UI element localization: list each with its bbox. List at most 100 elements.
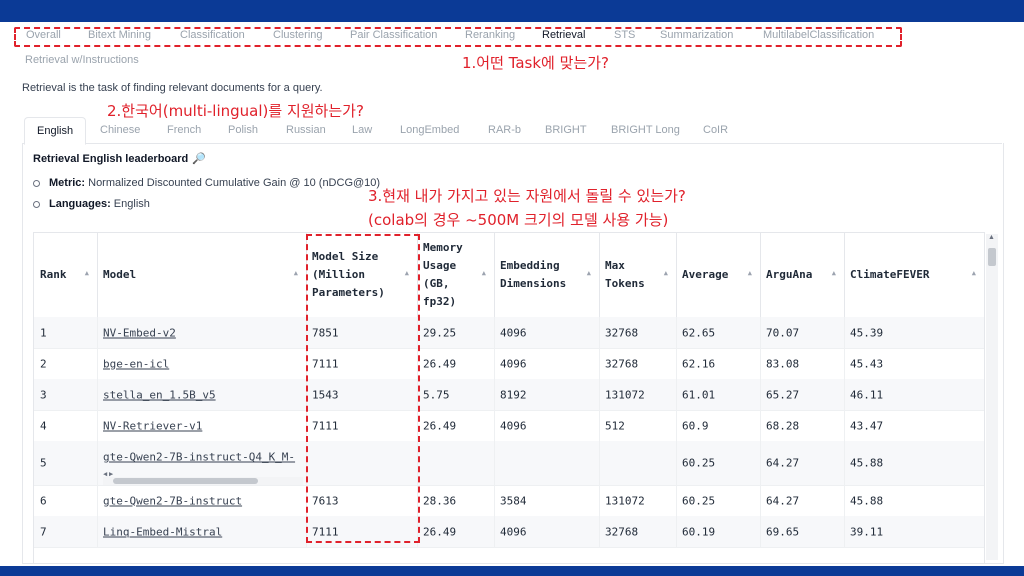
scroll-up-icon[interactable]: ▲: [988, 234, 995, 241]
cell-model: ◀ ▶ gte-Qwen2-7B-instruct-Q4_K_M-: [97, 441, 307, 485]
cell-avg: 60.25: [676, 485, 761, 516]
lang-tab-russian[interactable]: Russian: [286, 124, 326, 136]
col-max-tokens[interactable]: Max Tokens ▲: [599, 233, 677, 317]
cell-model: NV-Retriever-v1: [97, 410, 307, 441]
sort-icon[interactable]: ▲: [482, 269, 486, 277]
sort-icon[interactable]: ▲: [85, 269, 89, 277]
cell-value: 45.88: [850, 494, 884, 507]
cell-rank: 4: [34, 410, 98, 441]
table-vertical-scrollbar[interactable]: ▲: [986, 234, 998, 560]
model-link[interactable]: gte-Qwen2-7B-instruct-Q4_K_M-: [103, 451, 295, 464]
model-link[interactable]: bge-en-icl: [103, 357, 169, 370]
cell-climate: 39.11: [844, 516, 984, 547]
cell-value: 45.88: [850, 456, 884, 470]
lang-tab-law[interactable]: Law: [352, 124, 372, 136]
sort-icon[interactable]: ▲: [294, 269, 298, 277]
lang-tab-bright-long[interactable]: BRIGHT Long: [611, 124, 680, 136]
cell-value: 65.27: [766, 388, 800, 401]
lang-tab-polish[interactable]: Polish: [228, 124, 258, 136]
cell-climate: 45.88: [844, 485, 984, 516]
cell-value: 4096: [500, 419, 527, 432]
cell-climate: 45.88: [844, 441, 984, 485]
annotation-box-tabs: [14, 27, 902, 47]
cell-value: 60.25: [682, 456, 716, 470]
leaderboard-title: Retrieval English leaderboard 🔎: [33, 153, 206, 165]
cell-value: 64.27: [766, 494, 800, 507]
cell-argu: 83.08: [760, 348, 845, 379]
cell-model: bge-en-icl: [97, 348, 307, 379]
scroll-thumb[interactable]: [988, 248, 996, 266]
sort-icon[interactable]: ▲: [832, 269, 836, 277]
cell-value: 64.27: [766, 456, 800, 470]
lang-tab-rar-b[interactable]: RAR-b: [488, 124, 521, 136]
scroll-left-icon[interactable]: ◀: [103, 470, 107, 478]
table-row: 2 bge-en-icl 7111 26.49 4096 32768 62.16 83.08 4…: [34, 348, 984, 380]
cell-value: 2: [40, 357, 47, 370]
cell-argu: 64.27: [760, 485, 845, 516]
cell-value: 4096: [500, 326, 527, 339]
cell-rank: 1: [34, 317, 98, 348]
scroll-thumb[interactable]: [113, 478, 258, 484]
cell-horizontal-scrollbar[interactable]: ◀ ▶: [103, 470, 303, 485]
cell-value: 60.25: [682, 494, 716, 507]
col-embedding-dims[interactable]: Embedding Dimensions ▲: [494, 233, 600, 317]
col-arguana[interactable]: ArguAna ▲: [760, 233, 845, 317]
model-link[interactable]: Linq-Embed-Mistral: [103, 525, 222, 538]
sort-icon[interactable]: ▲: [664, 269, 668, 277]
cell-value: 32768: [605, 326, 639, 339]
col-rank[interactable]: Rank ▲: [34, 233, 98, 317]
lang-tab-chinese[interactable]: Chinese: [100, 124, 140, 136]
cell-value: 69.65: [766, 525, 800, 538]
cell-max: 512: [599, 410, 677, 441]
cell-value: 131072: [605, 388, 645, 401]
cell-max: 32768: [599, 317, 677, 348]
cell-value: 8192: [500, 388, 527, 401]
cell-value: 83.08: [766, 357, 800, 370]
cell-value: 70.07: [766, 326, 800, 339]
cell-mem: 29.25: [417, 317, 495, 348]
col-climatefever[interactable]: ClimateFEVER ▲: [844, 233, 984, 317]
task-description: Retrieval is the task of finding relevan…: [22, 82, 323, 94]
cell-value: 5: [40, 456, 47, 470]
cell-emb: 4096: [494, 348, 600, 379]
cell-value: 4096: [500, 357, 527, 370]
languages-line: Languages: English: [33, 198, 150, 210]
cell-max: 131072: [599, 485, 677, 516]
lang-tab-french[interactable]: French: [167, 124, 201, 136]
lang-tab-longembed[interactable]: LongEmbed: [400, 124, 459, 136]
col-average[interactable]: Average ▲: [676, 233, 761, 317]
slide-bottom-bar: [0, 566, 1024, 576]
cell-value: 61.01: [682, 388, 716, 401]
cell-climate: 45.43: [844, 348, 984, 379]
cell-avg: 60.19: [676, 516, 761, 547]
model-link[interactable]: NV-Embed-v2: [103, 326, 176, 339]
col-model[interactable]: Model ▲: [97, 233, 307, 317]
cell-value: 4096: [500, 525, 527, 538]
annotation-question-3: 3.현재 내가 가지고 있는 자원에서 돌릴 수 있는가?: [368, 187, 686, 205]
sort-icon[interactable]: ▲: [972, 269, 976, 277]
cell-emb: 4096: [494, 317, 600, 348]
cell-value: 39.11: [850, 525, 884, 538]
sort-icon[interactable]: ▲: [587, 269, 591, 277]
table-row: 4 NV-Retriever-v1 7111 26.49 4096 512 60.9 68.2…: [34, 410, 984, 442]
sort-icon[interactable]: ▲: [748, 269, 752, 277]
leaderboard-table: Rank ▲ Model ▲ Model Size (Million Paramet…: [33, 232, 985, 564]
scroll-right-icon[interactable]: ▶: [109, 470, 303, 478]
cell-value: 26.49: [423, 357, 457, 370]
tab-retrieval-instructions[interactable]: Retrieval w/Instructions: [25, 54, 139, 66]
metric-line: Metric: Normalized Discounted Cumulative…: [33, 177, 380, 189]
cell-emb: 4096: [494, 516, 600, 547]
cell-argu: 65.27: [760, 379, 845, 410]
lang-tab-bright[interactable]: BRIGHT: [545, 124, 587, 136]
model-link[interactable]: gte-Qwen2-7B-instruct: [103, 494, 242, 507]
magnifier-icon: 🔎: [192, 153, 206, 165]
cell-max: 131072: [599, 379, 677, 410]
cell-value: 60.9: [682, 419, 709, 432]
cell-value: 28.36: [423, 494, 457, 507]
model-link[interactable]: stella_en_1.5B_v5: [103, 388, 216, 401]
lang-tab-coir[interactable]: CoIR: [703, 124, 728, 136]
bullet-icon: [33, 200, 40, 208]
model-link[interactable]: NV-Retriever-v1: [103, 419, 202, 432]
lang-tab-english[interactable]: English: [24, 117, 86, 145]
col-memory-usage[interactable]: Memory Usage (GB, fp32) ▲: [417, 233, 495, 317]
